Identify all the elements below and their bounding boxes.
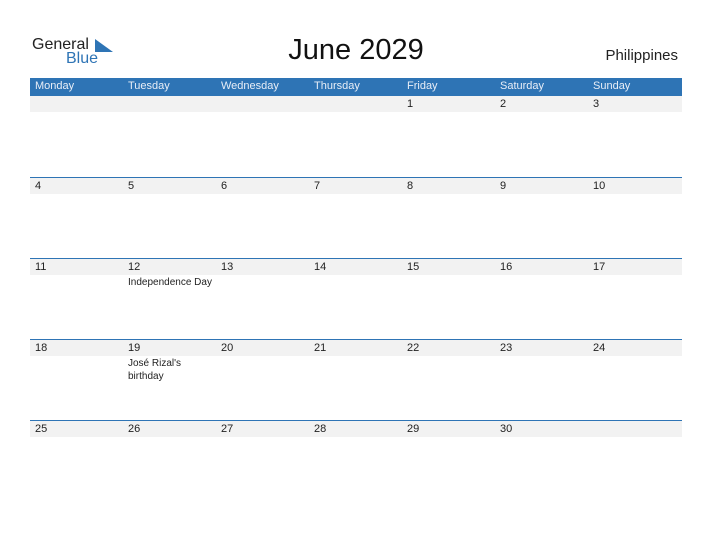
- day-number: 21: [314, 342, 327, 354]
- day-number: 20: [221, 342, 234, 354]
- weekday-thursday: Thursday: [314, 80, 360, 92]
- weekday-wednesday: Wednesday: [221, 80, 279, 92]
- day-cell: 21: [309, 340, 402, 421]
- day-cell: 10: [588, 178, 681, 259]
- day-cell: 18: [30, 340, 123, 421]
- day-number: 6: [221, 180, 228, 192]
- day-cell: 19 José Rizal's birthday: [123, 340, 216, 421]
- weekday-header: Monday Tuesday Wednesday Thursday Friday Satu…: [30, 78, 682, 96]
- day-cell: 2: [495, 96, 588, 177]
- day-number: 17: [593, 261, 606, 273]
- day-number: 19: [128, 342, 141, 354]
- day-number: 25: [35, 423, 48, 435]
- day-number: 4: [35, 180, 42, 192]
- day-number: 22: [407, 342, 420, 354]
- day-cell: 20: [216, 340, 309, 421]
- weekday-tuesday: Tuesday: [128, 80, 170, 92]
- day-cell: 5: [123, 178, 216, 259]
- week-row: 18 19 José Rizal's birthday 20 21 22 23 24: [30, 339, 682, 421]
- day-cell: 24: [588, 340, 681, 421]
- weekday-saturday: Saturday: [500, 80, 545, 92]
- day-number: 14: [314, 261, 327, 273]
- day-number: 1: [407, 98, 414, 110]
- day-number: 15: [407, 261, 420, 273]
- day-number: 12: [128, 261, 141, 273]
- day-cell: 9: [495, 178, 588, 259]
- day-number: 16: [500, 261, 513, 273]
- day-cell: 3: [588, 96, 681, 177]
- day-number: 8: [407, 180, 414, 192]
- day-cell: [588, 421, 681, 502]
- day-cell: 12 Independence Day: [123, 259, 216, 340]
- day-cell: 25: [30, 421, 123, 502]
- day-cell: 28: [309, 421, 402, 502]
- day-number: 27: [221, 423, 234, 435]
- day-cell: 16: [495, 259, 588, 340]
- day-number: 10: [593, 180, 606, 192]
- day-cell: 15: [402, 259, 495, 340]
- weekday-friday: Friday: [407, 80, 438, 92]
- day-number: 24: [593, 342, 606, 354]
- week-row: 11 12 Independence Day 13 14 15 16 17: [30, 258, 682, 340]
- holiday-event: Independence Day: [128, 277, 212, 288]
- day-number: 11: [35, 261, 47, 273]
- weekday-monday: Monday: [35, 80, 75, 92]
- weekday-sunday: Sunday: [593, 80, 631, 92]
- day-cell: 6: [216, 178, 309, 259]
- day-cell: 29: [402, 421, 495, 502]
- day-number: 29: [407, 423, 420, 435]
- day-cell: 27: [216, 421, 309, 502]
- day-cell: 17: [588, 259, 681, 340]
- day-cell: [309, 96, 402, 177]
- day-cell: [123, 96, 216, 177]
- day-number: 18: [35, 342, 48, 354]
- day-cell: 23: [495, 340, 588, 421]
- week-row: 25 26 27 28 29 30: [30, 420, 682, 502]
- day-number: 9: [500, 180, 507, 192]
- day-number: 23: [500, 342, 513, 354]
- day-number: 7: [314, 180, 321, 192]
- week-row: 4 5 6 7 8 9 10: [30, 177, 682, 259]
- day-cell: [216, 96, 309, 177]
- day-cell: 4: [30, 178, 123, 259]
- day-cell: 13: [216, 259, 309, 340]
- day-cell: 26: [123, 421, 216, 502]
- day-number: 26: [128, 423, 141, 435]
- day-cell: 14: [309, 259, 402, 340]
- day-number: 3: [593, 98, 600, 110]
- country-label: Philippines: [605, 47, 678, 64]
- day-cell: 22: [402, 340, 495, 421]
- day-cell: 7: [309, 178, 402, 259]
- day-number: 2: [500, 98, 507, 110]
- day-number: 13: [221, 261, 234, 273]
- holiday-event: José Rizal's birthday: [128, 358, 182, 382]
- week-row: 1 2 3: [30, 96, 682, 177]
- day-number: 28: [314, 423, 327, 435]
- day-number: 5: [128, 180, 135, 192]
- day-cell: [30, 96, 123, 177]
- day-cell: 30: [495, 421, 588, 502]
- day-cell: 8: [402, 178, 495, 259]
- day-cell: 1: [402, 96, 495, 177]
- day-number: 30: [500, 423, 513, 435]
- day-cell: 11: [30, 259, 123, 340]
